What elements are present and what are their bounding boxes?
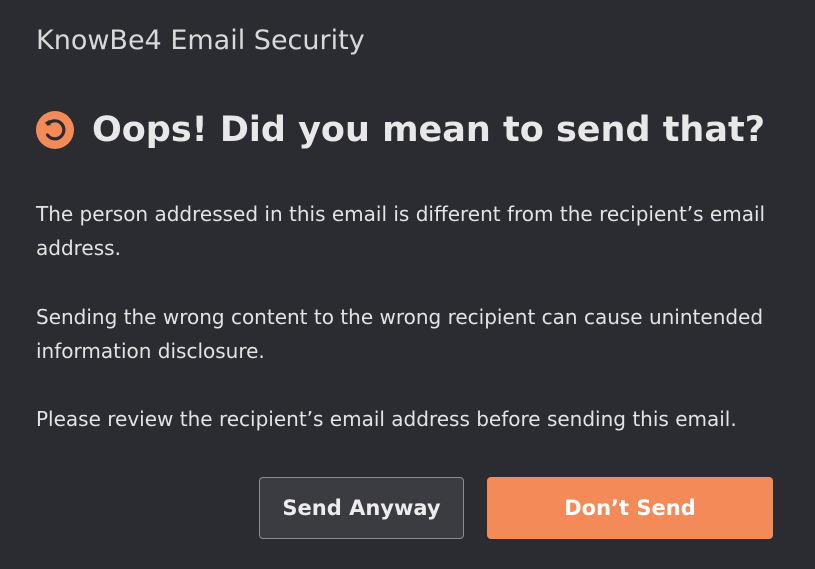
send-anyway-button[interactable]: Send Anyway [259,477,464,539]
app-title: KnowBe4 Email Security [36,25,365,56]
dialog-title: Oops! Did you mean to send that? [92,110,765,150]
review-instruction-paragraph: Please review the recipient’s email addr… [36,407,737,431]
dialog-heading: Oops! Did you mean to send that? [36,108,765,152]
warning-undo-icon [36,111,74,149]
risk-message-paragraph: Sending the wrong content to the wrong r… [36,305,764,363]
warning-message-paragraph: The person addressed in this email is di… [36,202,766,260]
dont-send-button[interactable]: Don’t Send [487,477,773,539]
